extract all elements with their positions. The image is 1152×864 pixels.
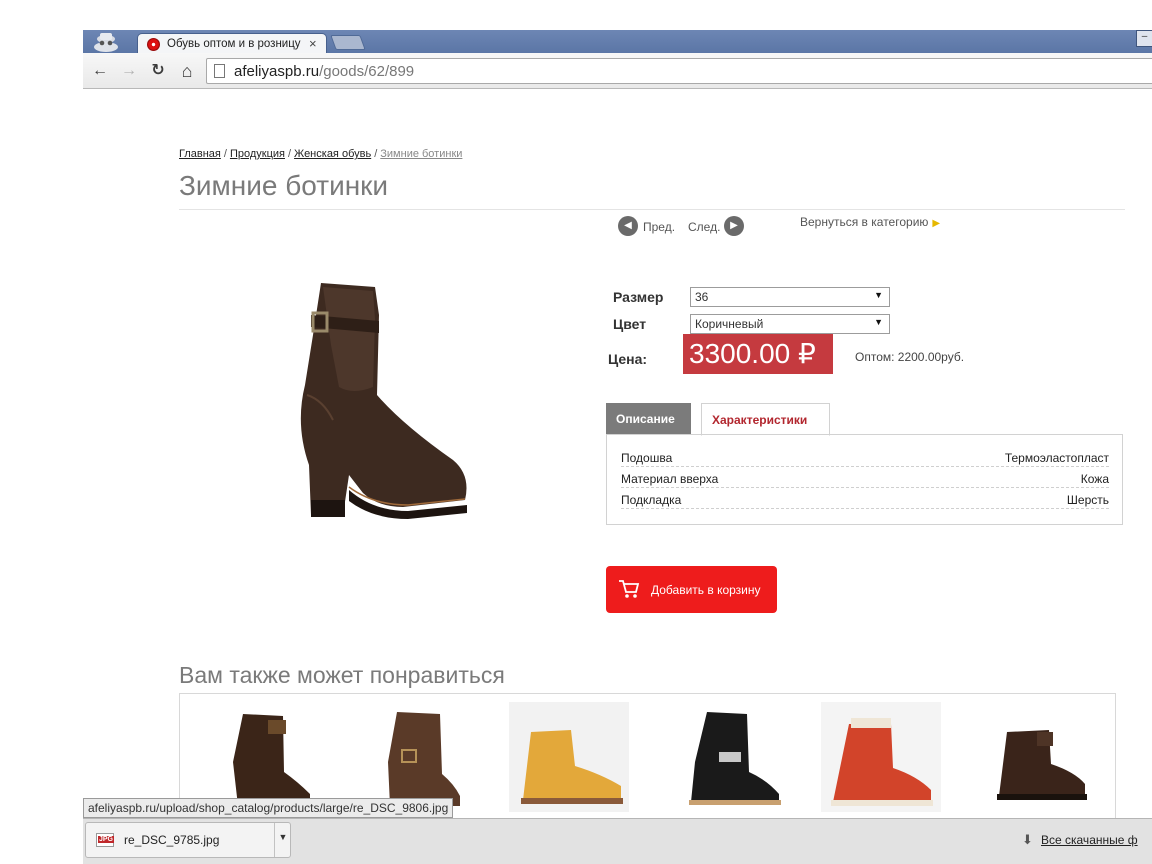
jpg-file-icon: JPG	[96, 833, 115, 847]
home-button[interactable]: ⌂	[176, 60, 198, 82]
arrow-right-icon: ▶	[932, 218, 941, 229]
forward-button[interactable]: →	[118, 60, 140, 82]
related-product-image[interactable]	[198, 702, 318, 812]
status-bar-url: afeliyaspb.ru/upload/shop_catalog/produc…	[83, 798, 454, 818]
color-label: Цвет	[613, 316, 647, 332]
price-label: Цена:	[608, 351, 648, 367]
tab-close-icon[interactable]: ×	[309, 36, 317, 51]
add-to-cart-button[interactable]: Добавить в корзину	[606, 566, 777, 613]
related-product-image[interactable]	[977, 702, 1097, 812]
tab-characteristics[interactable]: Характеристики	[701, 403, 830, 436]
incognito-icon	[94, 33, 118, 52]
breadcrumb-current[interactable]: Зимние ботинки	[380, 148, 462, 160]
breadcrumb-link-home[interactable]: Главная	[179, 148, 221, 160]
back-to-category-link[interactable]: Вернуться в категорию ▶	[800, 215, 940, 229]
minimize-button[interactable]: –	[1136, 30, 1152, 47]
page-title: Зимние ботинки	[179, 170, 389, 201]
download-menu-button[interactable]: ▼	[274, 823, 291, 857]
related-product-image[interactable]	[352, 702, 472, 812]
next-arrow-icon[interactable]: ▶	[724, 216, 744, 236]
breadcrumb-link-products[interactable]: Продукция	[230, 148, 285, 160]
tab-active[interactable]: Обувь оптом и в розницу ×	[137, 33, 327, 54]
next-link[interactable]: След.	[688, 220, 720, 234]
size-select[interactable]: 36 ▼	[690, 287, 890, 307]
page-icon	[214, 64, 225, 78]
breadcrumb: Главная / Продукция / Женская обувь / Зимние б…	[179, 148, 463, 160]
size-label: Размер	[613, 289, 664, 305]
page-content: Главная / Продукция / Женская обувь / Зимние б…	[83, 90, 1152, 864]
all-downloads-link[interactable]: ⬇ Все скачанные ф	[1022, 832, 1138, 847]
related-product-image[interactable]	[667, 702, 787, 812]
prev-arrow-icon[interactable]: ◀	[618, 216, 638, 236]
specs-panel: Подошва Термоэластопласт Материал вверха…	[606, 434, 1123, 525]
back-button[interactable]: ←	[89, 60, 111, 82]
related-product-shape	[521, 730, 623, 804]
tab-description[interactable]: Описание	[606, 403, 691, 435]
spec-row: Подошва Термоэластопласт	[621, 446, 1109, 467]
cart-icon	[619, 580, 640, 598]
related-product-image[interactable]	[821, 702, 941, 812]
related-product-image[interactable]	[509, 702, 629, 812]
dropdown-caret-icon: ▼	[874, 317, 883, 327]
browser-window: Обувь оптом и в розницу × – ← → ↻ ⌂ afel…	[83, 30, 1152, 864]
url-text: afeliyaspb.ru/goods/62/899	[234, 63, 415, 80]
dropdown-caret-icon: ▼	[874, 290, 883, 300]
title-divider	[179, 209, 1125, 210]
download-file-name: re_DSC_9785.jpg	[124, 833, 220, 847]
address-bar[interactable]: afeliyaspb.ru/goods/62/899	[206, 58, 1152, 84]
wholesale-price: Оптом: 2200.00руб.	[855, 350, 965, 364]
browser-toolbar: ← → ↻ ⌂ afeliyaspb.ru/goods/62/899	[83, 53, 1152, 89]
new-tab-button[interactable]	[330, 35, 366, 50]
download-arrow-icon: ⬇	[1022, 832, 1033, 847]
product-image[interactable]	[283, 275, 473, 530]
tab-title: Обувь оптом и в розницу	[167, 38, 301, 50]
reload-button[interactable]: ↻	[147, 60, 169, 82]
price-value: 3300.00 ₽	[683, 334, 833, 374]
related-title: Вам также может понравиться	[179, 662, 505, 688]
downloads-shelf: JPG re_DSC_9785.jpg ▼ ⬇ Все скачанные ф	[83, 818, 1152, 864]
spec-row: Материал вверха Кожа	[621, 467, 1109, 488]
color-select[interactable]: Коричневый ▼	[690, 314, 890, 334]
download-item[interactable]: JPG re_DSC_9785.jpg ▼	[85, 822, 291, 858]
site-favicon-icon	[147, 38, 160, 51]
prev-link[interactable]: Пред.	[643, 220, 675, 234]
related-product-shape	[831, 718, 933, 806]
spec-row: Подкладка Шерсть	[621, 488, 1109, 509]
breadcrumb-link-women[interactable]: Женская обувь	[294, 148, 371, 160]
tab-strip: Обувь оптом и в розницу × –	[83, 30, 1152, 54]
